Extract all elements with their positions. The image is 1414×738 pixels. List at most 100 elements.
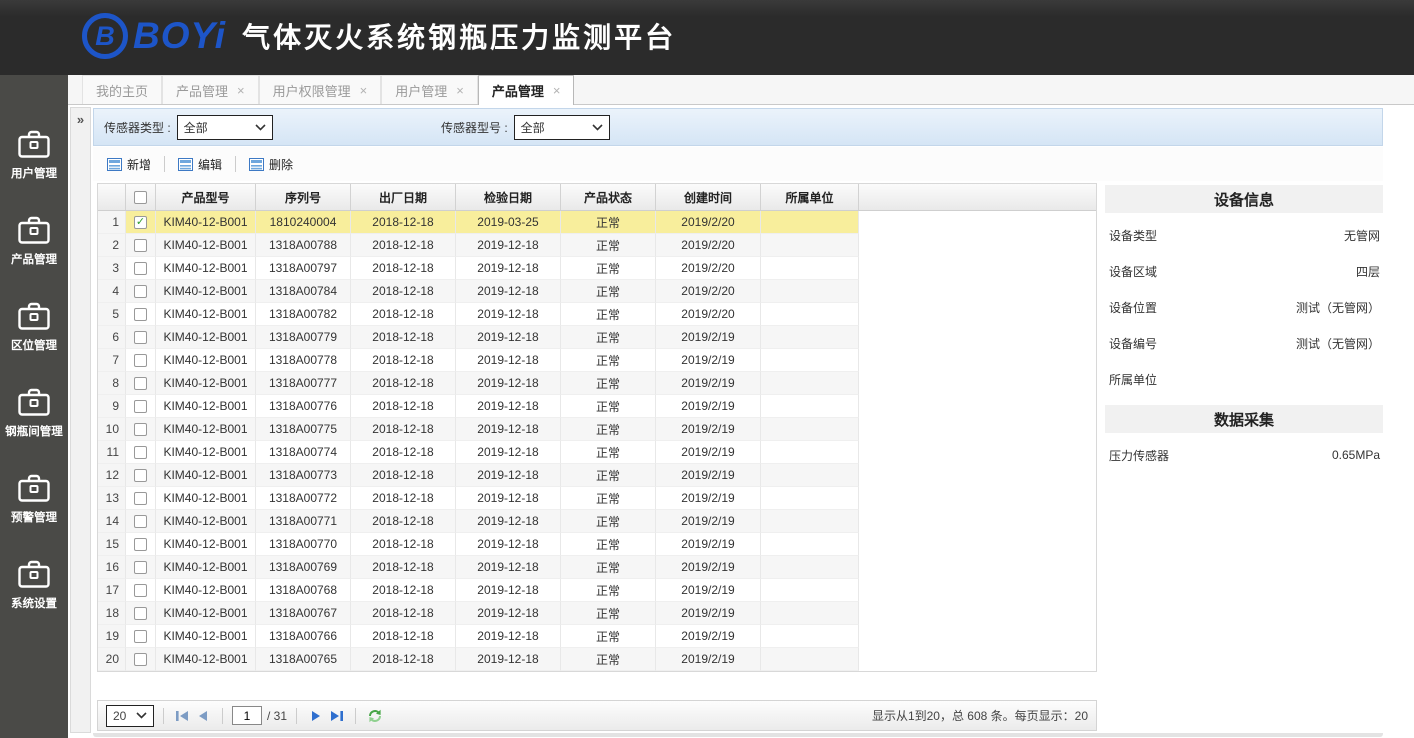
row-checkbox[interactable]: [134, 515, 147, 528]
table-row[interactable]: 10 KIM40-12-B001 1318A00775 2018-12-18 2…: [98, 418, 1096, 441]
row-checkbox-cell[interactable]: [126, 464, 156, 487]
row-checkbox-cell[interactable]: [126, 257, 156, 280]
column-header[interactable]: 检验日期: [456, 184, 561, 210]
row-checkbox-cell[interactable]: [126, 280, 156, 303]
row-checkbox[interactable]: [134, 308, 147, 321]
sidebar-item-zones[interactable]: 区位管理: [0, 289, 68, 375]
row-checkbox-cell[interactable]: [126, 487, 156, 510]
table-row[interactable]: 17 KIM40-12-B001 1318A00768 2018-12-18 2…: [98, 579, 1096, 602]
edit-button[interactable]: 编辑: [178, 156, 222, 173]
table-row[interactable]: 3 KIM40-12-B001 1318A00797 2018-12-18 20…: [98, 257, 1096, 280]
header-checkbox-cell[interactable]: [126, 184, 156, 210]
column-header[interactable]: 创建时间: [656, 184, 761, 210]
first-page-button[interactable]: [173, 706, 193, 726]
table-row[interactable]: 1 ✓ KIM40-12-B001 1810240004 2018-12-18 …: [98, 211, 1096, 234]
table-row[interactable]: 6 KIM40-12-B001 1318A00779 2018-12-18 20…: [98, 326, 1096, 349]
row-checkbox-cell[interactable]: [126, 372, 156, 395]
table-row[interactable]: 8 KIM40-12-B001 1318A00777 2018-12-18 20…: [98, 372, 1096, 395]
row-checkbox-cell[interactable]: [126, 556, 156, 579]
sidebar-item-settings[interactable]: 系统设置: [0, 547, 68, 633]
table-row[interactable]: 19 KIM40-12-B001 1318A00766 2018-12-18 2…: [98, 625, 1096, 648]
panel-bottom-edge: [93, 733, 1383, 737]
row-checkbox[interactable]: [134, 446, 147, 459]
next-page-button[interactable]: [306, 706, 326, 726]
row-checkbox-cell[interactable]: [126, 303, 156, 326]
select-all-checkbox[interactable]: [134, 191, 147, 204]
row-checkbox-cell[interactable]: [126, 418, 156, 441]
row-checkbox-cell[interactable]: [126, 234, 156, 257]
table-row[interactable]: 14 KIM40-12-B001 1318A00771 2018-12-18 2…: [98, 510, 1096, 533]
filter-select-sensor-model[interactable]: 全部: [514, 115, 610, 140]
last-page-button[interactable]: [326, 706, 346, 726]
tab[interactable]: 用户管理 ×: [381, 75, 478, 104]
row-checkbox[interactable]: [134, 354, 147, 367]
row-checkbox-cell[interactable]: [126, 602, 156, 625]
row-checkbox-cell[interactable]: [126, 533, 156, 556]
row-checkbox-cell[interactable]: [126, 349, 156, 372]
tab-close-icon[interactable]: ×: [237, 83, 245, 98]
row-checkbox-cell[interactable]: [126, 625, 156, 648]
tab[interactable]: 我的主页: [82, 75, 162, 104]
table-row[interactable]: 11 KIM40-12-B001 1318A00774 2018-12-18 2…: [98, 441, 1096, 464]
table-row[interactable]: 7 KIM40-12-B001 1318A00778 2018-12-18 20…: [98, 349, 1096, 372]
column-header[interactable]: 产品型号: [156, 184, 256, 210]
tab[interactable]: 用户权限管理 ×: [259, 75, 382, 104]
row-checkbox[interactable]: [134, 377, 147, 390]
tab-close-icon[interactable]: ×: [553, 83, 561, 98]
table-row[interactable]: 18 KIM40-12-B001 1318A00767 2018-12-18 2…: [98, 602, 1096, 625]
tab-close-icon[interactable]: ×: [456, 83, 464, 98]
tab-close-icon[interactable]: ×: [360, 83, 368, 98]
column-header[interactable]: 产品状态: [561, 184, 656, 210]
table-row[interactable]: 20 KIM40-12-B001 1318A00765 2018-12-18 2…: [98, 648, 1096, 671]
sidebar-item-users[interactable]: 用户管理: [0, 117, 68, 203]
sidebar-item-alerts[interactable]: 预警管理: [0, 461, 68, 547]
delete-button[interactable]: 删除: [249, 156, 293, 173]
sidebar-item-products[interactable]: 产品管理: [0, 203, 68, 289]
row-checkbox[interactable]: [134, 285, 147, 298]
table-row[interactable]: 12 KIM40-12-B001 1318A00773 2018-12-18 2…: [98, 464, 1096, 487]
panel-expand-button[interactable]: »: [70, 107, 91, 733]
row-checkbox-cell[interactable]: [126, 326, 156, 349]
row-checkbox[interactable]: [134, 538, 147, 551]
device-field-value: 四层: [1356, 263, 1380, 280]
column-header[interactable]: 所属单位: [761, 184, 859, 210]
row-checkbox-cell[interactable]: [126, 395, 156, 418]
row-checkbox[interactable]: [134, 561, 147, 574]
column-header[interactable]: 出厂日期: [351, 184, 456, 210]
tab[interactable]: 产品管理 ×: [478, 75, 575, 105]
filter-select-sensor-type[interactable]: 全部: [177, 115, 273, 140]
add-button[interactable]: 新增: [107, 156, 151, 173]
row-checkbox[interactable]: [134, 239, 147, 252]
row-checkbox[interactable]: [134, 469, 147, 482]
row-checkbox[interactable]: ✓: [134, 216, 147, 229]
table-row[interactable]: 15 KIM40-12-B001 1318A00770 2018-12-18 2…: [98, 533, 1096, 556]
row-checkbox[interactable]: [134, 584, 147, 597]
sidebar-item-cylinder-rooms[interactable]: 钢瓶间管理: [0, 375, 68, 461]
column-header[interactable]: 序列号: [256, 184, 351, 210]
table-row[interactable]: 13 KIM40-12-B001 1318A00772 2018-12-18 2…: [98, 487, 1096, 510]
row-checkbox[interactable]: [134, 423, 147, 436]
row-checkbox[interactable]: [134, 331, 147, 344]
row-checkbox-cell[interactable]: [126, 510, 156, 533]
table-row[interactable]: 9 KIM40-12-B001 1318A00776 2018-12-18 20…: [98, 395, 1096, 418]
row-checkbox[interactable]: [134, 630, 147, 643]
tab[interactable]: 产品管理 ×: [162, 75, 259, 104]
row-checkbox-cell[interactable]: ✓: [126, 211, 156, 234]
table-row[interactable]: 5 KIM40-12-B001 1318A00782 2018-12-18 20…: [98, 303, 1096, 326]
row-checkbox[interactable]: [134, 492, 147, 505]
cell-owner-unit: [761, 395, 859, 418]
refresh-button[interactable]: [365, 706, 385, 726]
row-checkbox[interactable]: [134, 262, 147, 275]
table-row[interactable]: 4 KIM40-12-B001 1318A00784 2018-12-18 20…: [98, 280, 1096, 303]
row-checkbox-cell[interactable]: [126, 579, 156, 602]
row-checkbox-cell[interactable]: [126, 648, 156, 671]
prev-page-button[interactable]: [193, 706, 213, 726]
table-row[interactable]: 16 KIM40-12-B001 1318A00769 2018-12-18 2…: [98, 556, 1096, 579]
row-checkbox[interactable]: [134, 653, 147, 666]
page-number-input[interactable]: [232, 706, 262, 725]
page-size-select[interactable]: 20: [106, 705, 154, 727]
row-checkbox[interactable]: [134, 607, 147, 620]
table-row[interactable]: 2 KIM40-12-B001 1318A00788 2018-12-18 20…: [98, 234, 1096, 257]
row-checkbox-cell[interactable]: [126, 441, 156, 464]
row-checkbox[interactable]: [134, 400, 147, 413]
